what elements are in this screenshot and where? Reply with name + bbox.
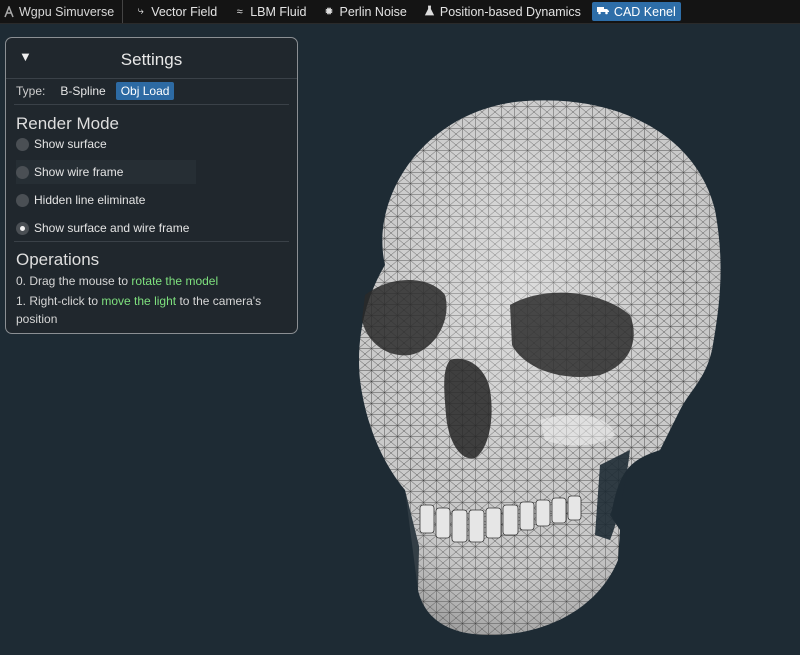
truck-icon bbox=[597, 5, 610, 18]
render-mode-title: Render Mode bbox=[16, 114, 120, 133]
settings-title: Settings bbox=[120, 50, 183, 69]
type-option-b-spline[interactable]: B-Spline bbox=[55, 82, 110, 100]
radio-show-wire-frame[interactable]: Show wire frame bbox=[16, 160, 196, 184]
operation-line-0: 0. Drag the mouse to rotate the model bbox=[16, 272, 291, 290]
operation-highlight: move the light bbox=[101, 294, 177, 308]
operation-prefix: 0. Drag the mouse to bbox=[16, 274, 129, 288]
menu-item-label: Position-based Dynamics bbox=[439, 4, 581, 19]
operation-prefix: 1. Right-click to bbox=[16, 294, 99, 308]
divider bbox=[14, 241, 289, 242]
radio-label: Show wire frame bbox=[34, 165, 124, 179]
radio-label: Show surface and wire frame bbox=[34, 221, 190, 235]
menu-item-label: Vector Field bbox=[151, 4, 218, 19]
radio-hidden-line-eliminate[interactable]: Hidden line eliminate bbox=[16, 188, 196, 212]
radio-show-surface-and-wire-frame[interactable]: Show surface and wire frame bbox=[16, 216, 197, 240]
menu-item-cad-kenel[interactable]: CAD Kenel bbox=[591, 2, 681, 21]
menu-item-label: Perlin Noise bbox=[339, 4, 407, 19]
operation-highlight: rotate the model bbox=[131, 274, 219, 288]
app-title-label: Wgpu Simuverse bbox=[19, 4, 115, 19]
radio-label: Hidden line eliminate bbox=[34, 193, 146, 207]
vector-field-icon: ⤷ bbox=[137, 5, 144, 17]
top-menu-bar: Wgpu Simuverse ⤷ Vector Field ≈ LBM Flui… bbox=[0, 0, 800, 24]
menu-item-label: CAD Kenel bbox=[613, 4, 676, 19]
radio-button bbox=[16, 193, 29, 207]
flask-icon bbox=[423, 5, 436, 19]
app-logo-icon bbox=[4, 5, 14, 17]
radio-button-checked bbox=[16, 221, 29, 235]
app-title[interactable]: Wgpu Simuverse bbox=[0, 0, 124, 23]
menu-item-perlin-noise[interactable]: ✹ Perlin Noise bbox=[317, 2, 411, 21]
menu-item-position-based-dynamics[interactable]: Position-based Dynamics bbox=[418, 2, 586, 21]
settings-header[interactable]: ▼ Settings bbox=[6, 38, 297, 79]
menu-item-label: LBM Fluid bbox=[250, 4, 307, 19]
radio-show-surface[interactable]: Show surface bbox=[16, 132, 196, 156]
skull-model[interactable] bbox=[300, 90, 730, 655]
divider bbox=[14, 104, 289, 105]
settings-panel: ▼ Settings Type: B-Spline Obj Load Rende… bbox=[5, 37, 298, 334]
menu-item-lbm-fluid[interactable]: ≈ LBM Fluid bbox=[228, 2, 311, 21]
menu-item-vector-field[interactable]: ⤷ Vector Field bbox=[129, 2, 222, 21]
radio-label: Show surface bbox=[34, 137, 107, 151]
noise-icon: ✹ bbox=[324, 6, 334, 18]
operations-title: Operations bbox=[16, 250, 100, 269]
type-selector: Type: B-Spline Obj Load bbox=[16, 82, 179, 100]
radio-button bbox=[16, 165, 29, 179]
radio-button bbox=[16, 137, 29, 151]
type-option-obj-load[interactable]: Obj Load bbox=[115, 82, 175, 100]
fluid-icon: ≈ bbox=[236, 5, 243, 18]
render-viewport[interactable]: Wgpu Simuverse ⤷ Vector Field ≈ LBM Flui… bbox=[0, 0, 800, 655]
operation-line-1: 1. Right-click to move the light to the … bbox=[16, 292, 291, 328]
type-label: Type: bbox=[16, 84, 46, 98]
